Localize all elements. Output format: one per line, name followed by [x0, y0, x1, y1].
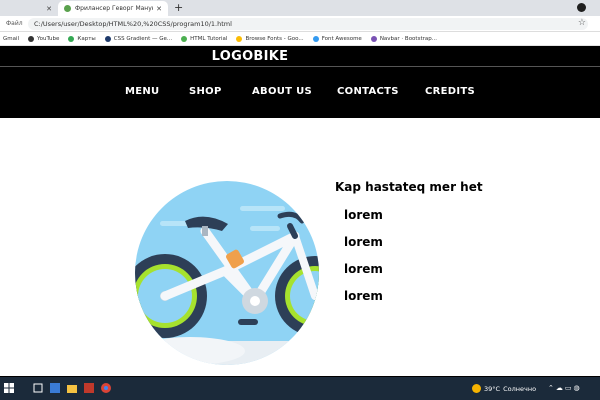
nav-item-credits[interactable]: CREDITS — [425, 86, 475, 97]
list-item: lorem — [344, 289, 383, 303]
address-url: C:/Users/user/Desktop/HTML%20,%20CSS/pro… — [34, 20, 232, 28]
window-menu-icon[interactable] — [577, 3, 586, 12]
list-item: lorem — [344, 235, 383, 249]
map-pin-icon — [68, 35, 75, 42]
bookmark-label: Font Awesome — [321, 35, 362, 42]
favicon-icon — [64, 5, 71, 12]
bookmark-item-gmail[interactable]: Gmail — [3, 36, 19, 42]
chrome-icon[interactable] — [101, 383, 111, 393]
new-tab-button[interactable]: + — [174, 1, 183, 14]
header-divider — [0, 66, 600, 67]
bookmark-item-youtube[interactable]: YouTube — [28, 35, 60, 42]
weather-text: Солнечно — [503, 384, 537, 393]
list-item: lorem — [344, 262, 383, 276]
main-nav: MENU SHOP ABOUT US CONTACTS CREDITS — [0, 86, 600, 100]
close-icon[interactable]: ✕ — [46, 5, 52, 13]
bookmark-label: CSS Gradient — Ge... — [113, 35, 173, 42]
nav-item-about-us[interactable]: ABOUT US — [252, 86, 312, 97]
bookmarks-bar: Gmail YouTube Карты CSS Gradient — Ge...… — [0, 32, 600, 46]
browser-tab-inactive[interactable]: ✕ — [0, 1, 58, 16]
weather-widget[interactable]: 39°C Солнечно — [472, 384, 536, 393]
nav-item-contacts[interactable]: CONTACTS — [337, 86, 399, 97]
bookmark-label: Navbar · Bootstrap... — [379, 35, 437, 42]
content-title: Kap hastateq mer het — [335, 180, 483, 194]
bookmark-label: Gmail — [3, 35, 20, 42]
windows-start-icon[interactable] — [4, 383, 14, 393]
tab-title: Фрилансер Геворг Мануки gev... — [75, 5, 153, 12]
edge-browser-icon[interactable] — [50, 383, 60, 393]
file-explorer-icon[interactable] — [67, 383, 77, 393]
bookmark-item-font-awesome[interactable]: Font Awesome — [312, 35, 362, 42]
bootstrap-icon — [370, 35, 377, 42]
site-logo[interactable]: LOGOBIKE — [0, 49, 500, 64]
address-bar[interactable]: C:/Users/user/Desktop/HTML%20,%20CSS/pro… — [28, 18, 588, 30]
weather-temp: 39°C — [484, 384, 501, 393]
bookmark-item-html-tutorial[interactable]: HTML Tutorial — [181, 35, 228, 42]
bookmark-label: Browse Fonts - Goo... — [245, 35, 304, 42]
bookmark-item-maps[interactable]: Карты — [68, 35, 96, 42]
browser-tab-active[interactable]: Фрилансер Геворг Мануки gev... ✕ — [58, 1, 168, 16]
app-icon[interactable] — [84, 383, 94, 393]
list-item: lorem — [344, 208, 383, 222]
nav-item-menu[interactable]: MENU — [125, 86, 159, 97]
address-info[interactable]: Файл — [6, 20, 23, 27]
w3-icon — [181, 35, 188, 42]
web-page: LOGOBIKE MENU SHOP ABOUT US CONTACTS CRE… — [0, 46, 600, 376]
bookmark-star-icon[interactable]: ☆ — [578, 18, 586, 28]
sun-icon — [472, 384, 481, 393]
browser-toolbar: Файл C:/Users/user/Desktop/HTML%20,%20CS… — [0, 16, 600, 32]
bookmark-label: Карты — [77, 35, 96, 42]
bicycle-illustration — [135, 181, 319, 365]
flag-icon — [312, 35, 319, 42]
bookmark-item-google-fonts[interactable]: Browse Fonts - Goo... — [236, 35, 304, 42]
gradient-icon — [104, 35, 111, 42]
bookmark-item-bootstrap[interactable]: Navbar · Bootstrap... — [370, 35, 437, 42]
browser-tab-strip: ✕ Фрилансер Геворг Мануки gev... ✕ + — [0, 0, 600, 16]
fonts-icon — [236, 35, 243, 42]
site-header: LOGOBIKE MENU SHOP ABOUT US CONTACTS CRE… — [0, 46, 600, 118]
close-icon[interactable]: ✕ — [156, 5, 162, 13]
bookmark-label: YouTube — [37, 35, 60, 42]
nav-item-shop[interactable]: SHOP — [189, 86, 222, 97]
bookmark-item-css-gradient[interactable]: CSS Gradient — Ge... — [104, 35, 173, 42]
globe-icon — [28, 35, 35, 42]
system-tray-icons[interactable]: ⌃☁▭◍ — [548, 384, 582, 392]
os-taskbar: 39°C Солнечно ⌃☁▭◍ — [0, 376, 600, 400]
task-view-icon[interactable] — [33, 383, 43, 393]
bookmark-label: HTML Tutorial — [190, 35, 228, 42]
